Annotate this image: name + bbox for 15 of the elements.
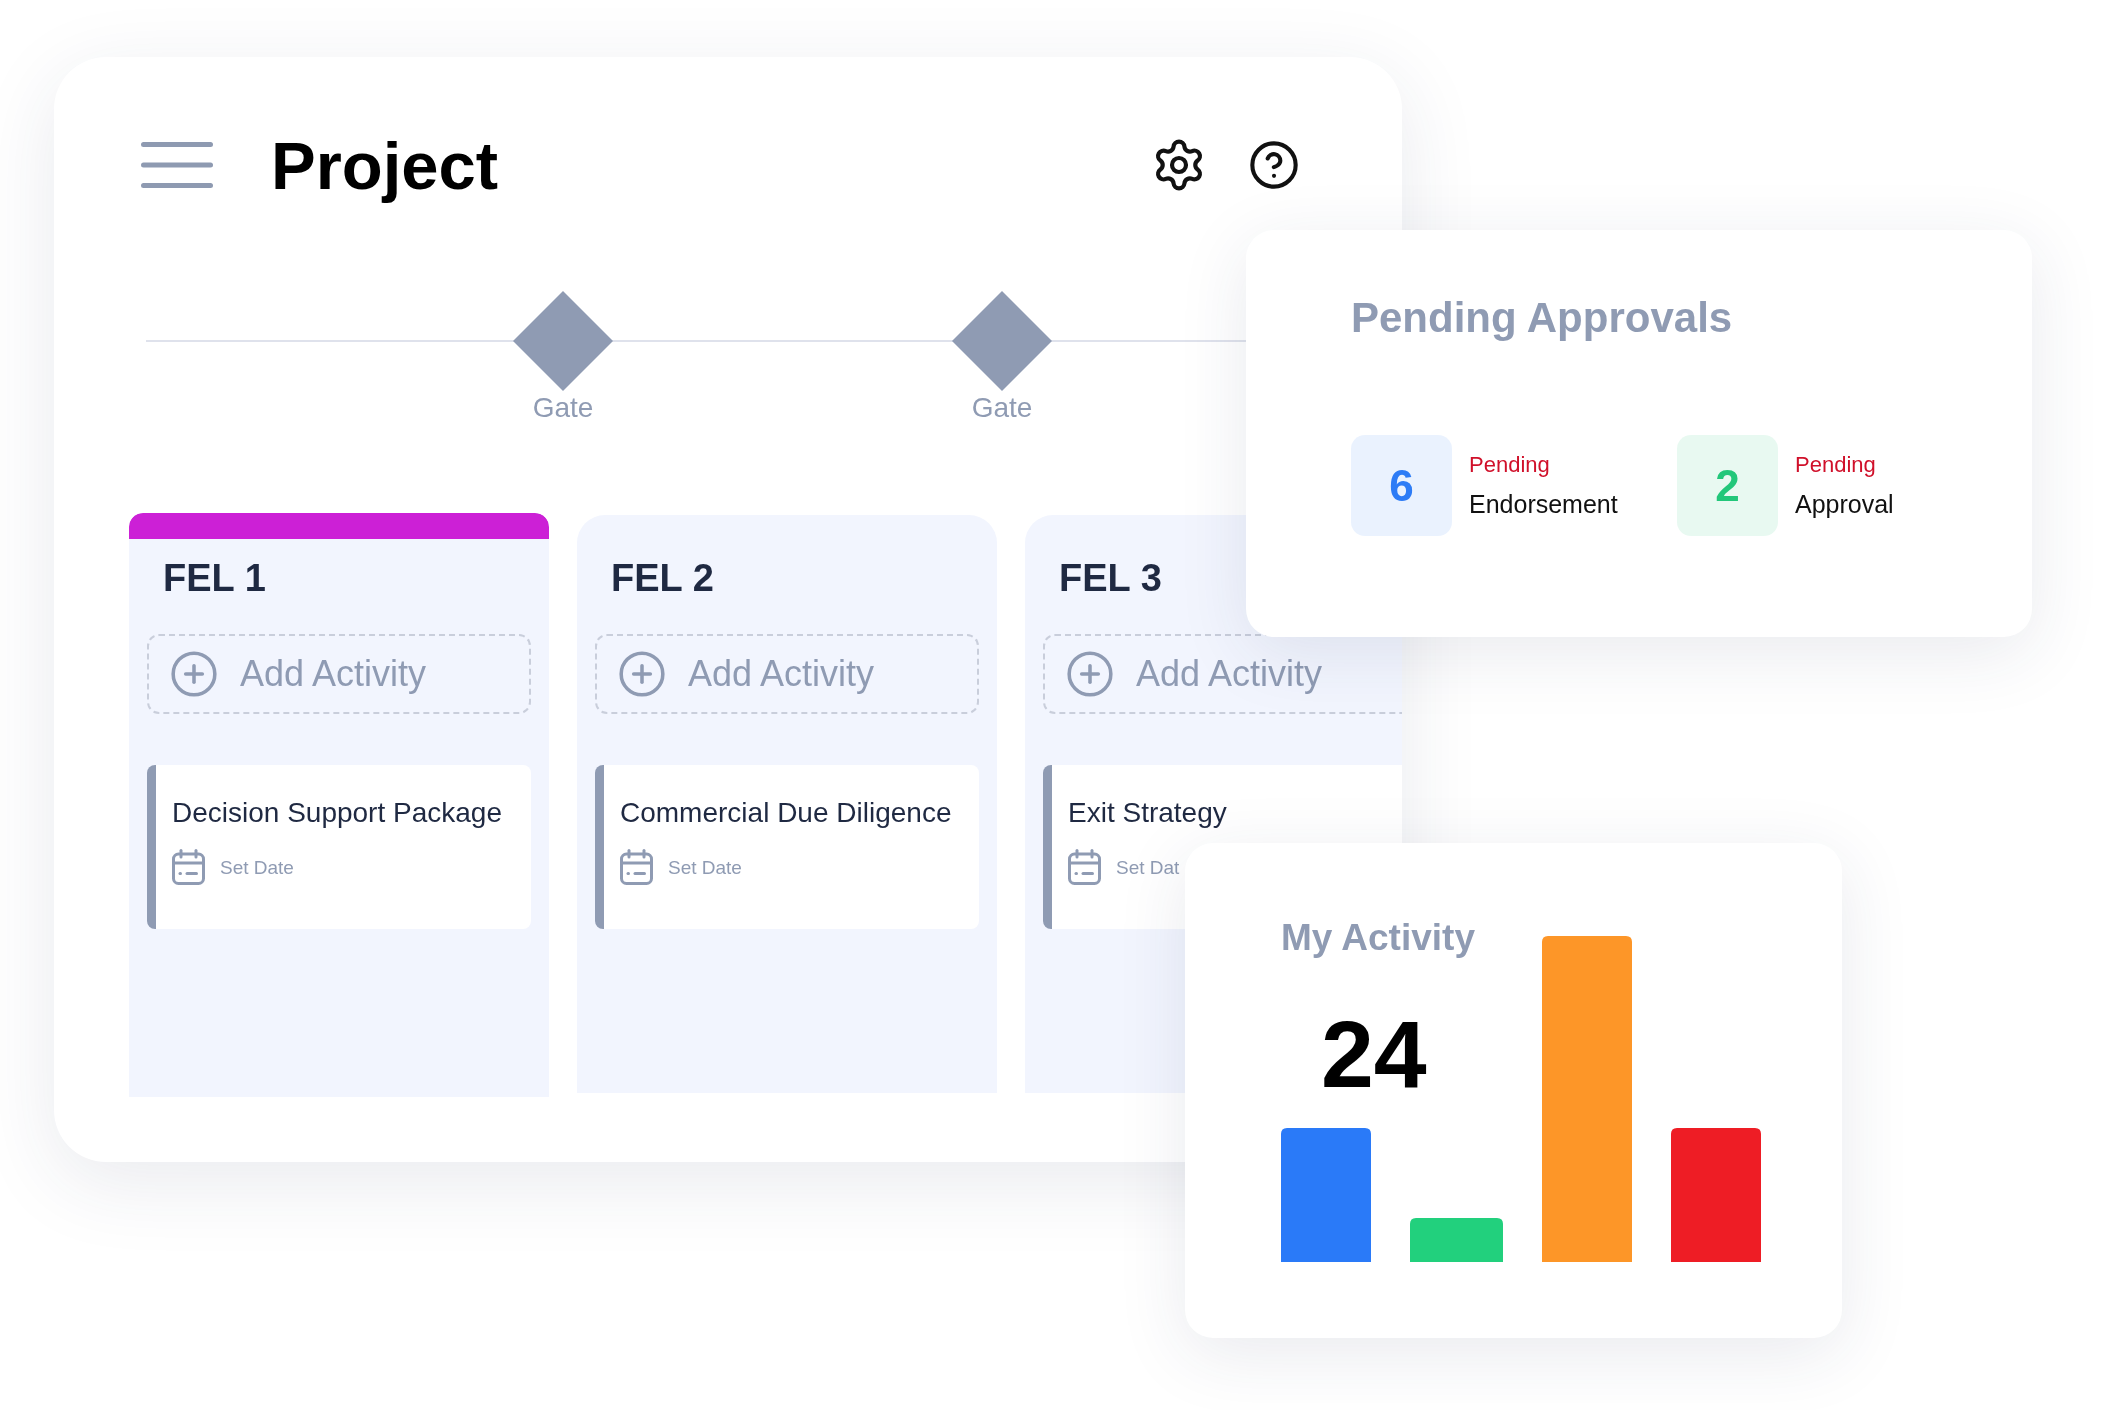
category-label: Endorsement [1469, 489, 1618, 520]
count-value: 2 [1715, 463, 1740, 508]
card-title: Pending Approvals [1351, 293, 1733, 343]
phase-title: FEL 3 [1059, 556, 1162, 601]
phase-title: FEL 1 [163, 556, 266, 601]
activity-title: Exit Strategy [1068, 796, 1227, 830]
category-label: Approval [1795, 489, 1894, 520]
gate-label: Gate [532, 391, 594, 425]
status-label: Pending [1469, 451, 1550, 479]
count-value: 6 [1389, 463, 1414, 508]
gate-label: Gate [971, 391, 1033, 425]
activity-title: Commercial Due Diligence [620, 796, 952, 830]
status-label: Pending [1795, 451, 1876, 479]
activity-title: Decision Support Package [172, 796, 502, 830]
phase-title: FEL 2 [611, 556, 714, 601]
